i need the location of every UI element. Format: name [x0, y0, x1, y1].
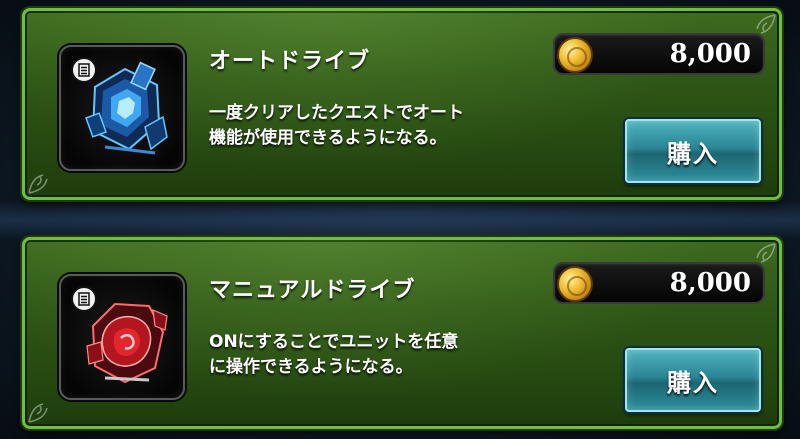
description-line: ONにすることでユニットを任意: [209, 332, 459, 352]
buy-button[interactable]: 購入: [625, 348, 761, 412]
info-icon[interactable]: [71, 57, 97, 83]
item-name: オートドライブ: [209, 49, 371, 74]
item-price: 8,000: [669, 268, 751, 298]
background-glow: [0, 200, 800, 240]
gold-coin-icon: [557, 266, 593, 302]
item-price: 8,000: [669, 39, 751, 69]
description-line: 一度クリアしたクエストでオート: [209, 103, 464, 123]
info-icon[interactable]: [71, 286, 97, 312]
price-display: 8,000: [553, 33, 765, 75]
item-icon-frame[interactable]: [59, 274, 185, 400]
item-name: マニュアルドライブ: [209, 278, 416, 303]
description-line: に操作できるようになる。: [209, 357, 413, 377]
item-icon-frame[interactable]: [59, 45, 185, 171]
shop-item-auto-drive: オートドライブ 8,000 一度クリアしたクエストでオート 機能が使用できるよう…: [22, 8, 782, 200]
item-description: 一度クリアしたクエストでオート 機能が使用できるようになる。: [209, 101, 569, 151]
item-description: ONにすることでユニットを任意 に操作できるようになる。: [209, 330, 569, 380]
description-line: 機能が使用できるようになる。: [209, 128, 447, 148]
buy-button[interactable]: 購入: [625, 119, 761, 183]
gold-coin-icon: [557, 37, 593, 73]
price-display: 8,000: [553, 262, 765, 304]
shop-item-manual-drive: マニュアルドライブ 8,000 ONにすることでユニットを任意 に操作できるよう…: [22, 237, 782, 429]
